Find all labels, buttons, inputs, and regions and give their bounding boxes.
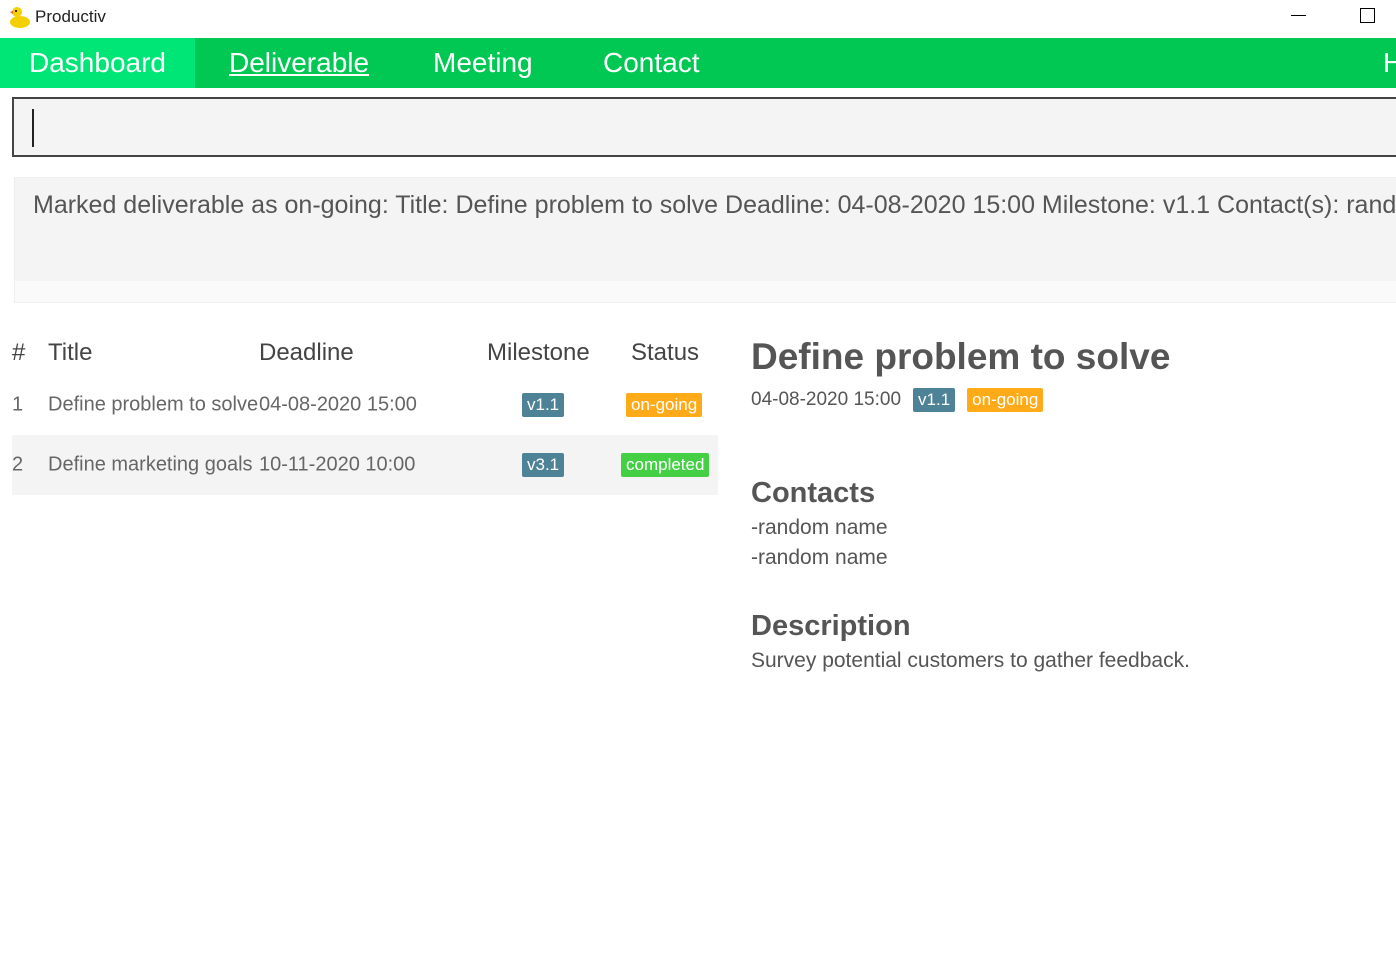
menu-help[interactable]: Help	[1354, 38, 1396, 88]
header-status: Status	[631, 338, 700, 366]
contact-item: -random name	[751, 546, 888, 569]
deliverable-list: # Title Deadline Milestone Status 1 Defi…	[12, 330, 718, 495]
contacts-heading: Contacts	[751, 477, 876, 509]
table-row[interactable]: 2 Define marketing goals 10-11-2020 10:0…	[12, 435, 718, 495]
result-display: Marked deliverable as on-going: Title: D…	[14, 177, 1396, 303]
detail-milestone-badge: v1.1	[913, 388, 956, 412]
header-title: Title	[48, 338, 93, 366]
menu-dashboard[interactable]: Dashboard	[0, 38, 195, 88]
milestone-badge: v3.1	[522, 453, 565, 477]
title-bar: Productiv	[0, 0, 1396, 38]
text-caret	[32, 109, 34, 147]
app-title: Productiv	[35, 7, 106, 26]
table-row[interactable]: 1 Define problem to solve 04-08-2020 15:…	[12, 375, 718, 435]
table-header: # Title Deadline Milestone Status	[12, 330, 718, 375]
minimize-button[interactable]	[1291, 15, 1306, 16]
duck-logo-icon	[10, 7, 30, 28]
status-badge: completed	[621, 453, 710, 477]
result-text: Marked deliverable as on-going: Title: D…	[15, 178, 1396, 281]
detail-deadline: 04-08-2020 15:00	[751, 389, 902, 410]
menu-deliverable[interactable]: Deliverable	[200, 38, 398, 88]
header-milestone: Milestone	[487, 338, 590, 366]
header-num: #	[12, 338, 26, 366]
row-deadline: 04-08-2020 15:00	[259, 393, 417, 416]
row-title: Define problem to solve	[48, 393, 259, 416]
description-heading: Description	[751, 610, 911, 642]
status-badge: on-going	[626, 393, 703, 417]
menu-bar: Dashboard Deliverable Meeting Contact He…	[0, 38, 1396, 88]
detail-status-badge: on-going	[967, 388, 1044, 412]
row-deadline: 10-11-2020 10:00	[259, 453, 416, 476]
row-num: 2	[12, 453, 24, 476]
deliverable-detail: Define problem to solve 04-08-2020 15:00…	[751, 336, 1391, 673]
contact-item: -random name	[751, 516, 888, 539]
detail-meta: 04-08-2020 15:00 v1.1 on-going	[751, 388, 1391, 412]
menu-meeting[interactable]: Meeting	[404, 38, 562, 88]
row-title: Define marketing goals	[48, 453, 253, 476]
maximize-button[interactable]	[1360, 8, 1375, 23]
row-num: 1	[12, 393, 24, 416]
header-deadline: Deadline	[259, 338, 354, 366]
milestone-badge: v1.1	[522, 393, 565, 417]
description-text: Survey potential customers to gather fee…	[751, 649, 1190, 672]
command-input[interactable]	[12, 97, 1396, 157]
menu-contact[interactable]: Contact	[574, 38, 729, 88]
detail-title: Define problem to solve	[751, 336, 1171, 377]
